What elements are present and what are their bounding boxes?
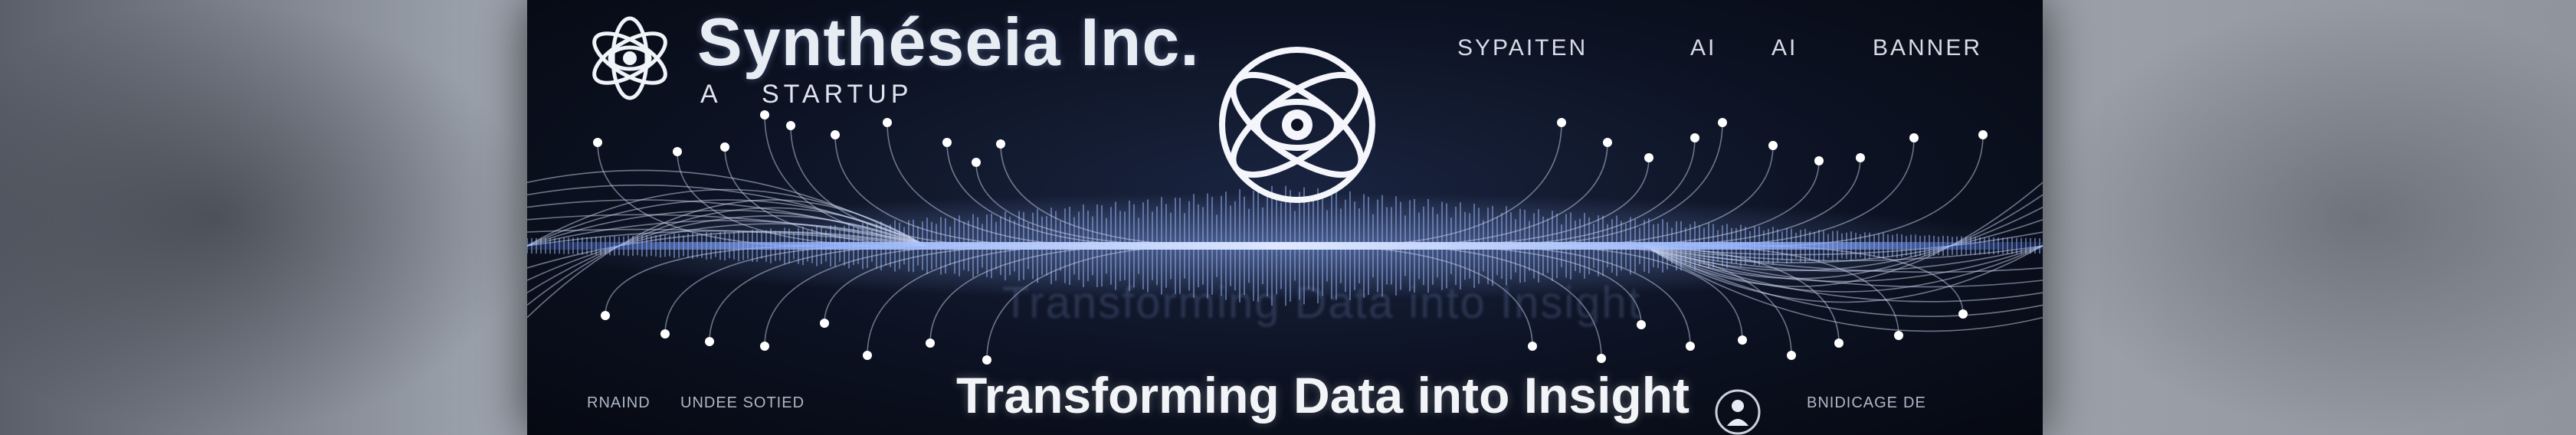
footer-label-right-1: BNIDICAGE — [1807, 394, 1899, 411]
atom-eye-icon — [592, 16, 667, 100]
company-tagline: A STARTUP — [700, 80, 913, 110]
footer-label-left-2: UNDEE SOTIED — [680, 394, 805, 411]
footer-label-right-2: DE — [1903, 394, 1926, 411]
atom-eye-icon — [1219, 47, 1375, 203]
tagline-startup: STARTUP — [762, 80, 913, 109]
footer-label-left-1: RNAIND — [587, 394, 651, 411]
nav-item-3[interactable]: AI — [1771, 35, 1798, 61]
company-name: Synthéseia Inc. — [697, 4, 1200, 80]
left-shadow — [0, 0, 536, 435]
page-background: Synthéseia Inc. A STARTUP SYPAITEN AI AI … — [0, 0, 2576, 435]
person-circle-icon — [1715, 389, 1761, 435]
tagline-prefix: A — [700, 80, 723, 109]
nav-item-2[interactable]: AI — [1690, 35, 1716, 61]
banner-tagline: Transforming Data into Insight — [956, 367, 1690, 424]
right-shadow — [2040, 0, 2576, 435]
nav-item-4[interactable]: BANNER — [1873, 35, 1982, 61]
nav-item-1[interactable]: SYPAITEN — [1457, 35, 1588, 61]
ghost-text: Transforming Data into Insight — [1002, 278, 1642, 328]
banner: Synthéseia Inc. A STARTUP SYPAITEN AI AI … — [527, 0, 2043, 435]
